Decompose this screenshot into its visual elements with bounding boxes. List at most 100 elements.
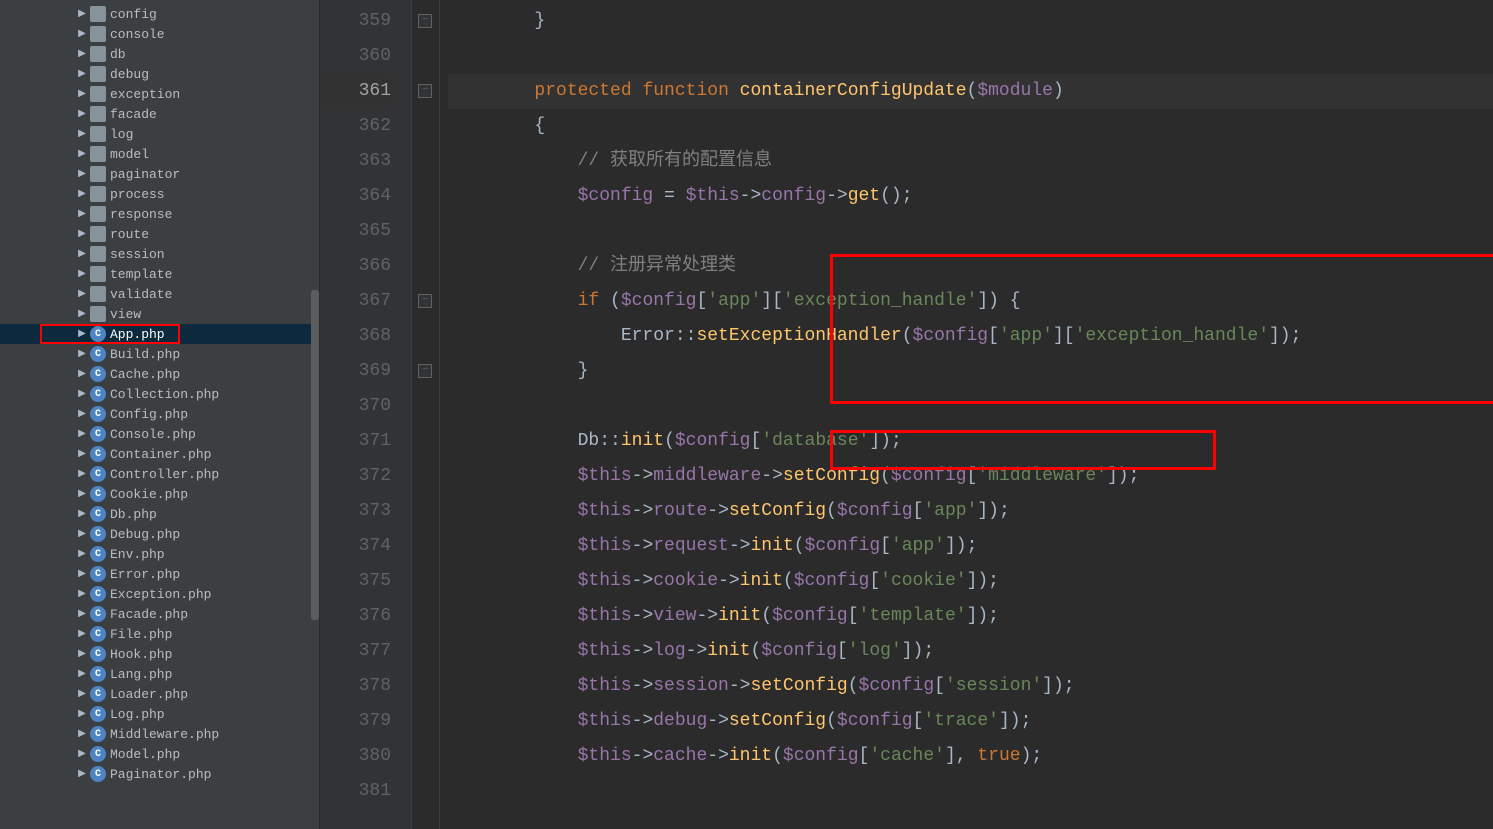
code-editor[interactable]: 3593603613623633643653663673683693703713…	[320, 0, 1493, 829]
tree-file-Db.php[interactable]: ▶CDb.php	[0, 504, 319, 524]
chevron-right-icon[interactable]: ▶	[76, 408, 88, 420]
tree-folder-log[interactable]: ▶log	[0, 124, 319, 144]
tree-file-Middleware.php[interactable]: ▶CMiddleware.php	[0, 724, 319, 744]
tree-folder-process[interactable]: ▶process	[0, 184, 319, 204]
chevron-right-icon[interactable]: ▶	[76, 68, 88, 80]
chevron-right-icon[interactable]: ▶	[76, 568, 88, 580]
chevron-right-icon[interactable]: ▶	[76, 268, 88, 280]
code-line-363[interactable]: // 获取所有的配置信息	[448, 144, 1493, 179]
tree-folder-template[interactable]: ▶template	[0, 264, 319, 284]
tree-folder-view[interactable]: ▶view	[0, 304, 319, 324]
chevron-right-icon[interactable]: ▶	[76, 528, 88, 540]
chevron-right-icon[interactable]: ▶	[76, 768, 88, 780]
chevron-right-icon[interactable]: ▶	[76, 308, 88, 320]
code-line-375[interactable]: $this->cookie->init($config['cookie']);	[448, 564, 1493, 599]
chevron-right-icon[interactable]: ▶	[76, 28, 88, 40]
project-tree[interactable]: ▶config▶console▶db▶debug▶exception▶facad…	[0, 0, 320, 829]
chevron-right-icon[interactable]: ▶	[76, 88, 88, 100]
code-line-378[interactable]: $this->session->setConfig($config['sessi…	[448, 669, 1493, 704]
tree-file-File.php[interactable]: ▶CFile.php	[0, 624, 319, 644]
tree-folder-route[interactable]: ▶route	[0, 224, 319, 244]
chevron-right-icon[interactable]: ▶	[76, 248, 88, 260]
code-line-364[interactable]: $config = $this->config->get();	[448, 179, 1493, 214]
tree-file-Cookie.php[interactable]: ▶CCookie.php	[0, 484, 319, 504]
tree-folder-validate[interactable]: ▶validate	[0, 284, 319, 304]
tree-folder-model[interactable]: ▶model	[0, 144, 319, 164]
tree-file-Build.php[interactable]: ▶CBuild.php	[0, 344, 319, 364]
chevron-right-icon[interactable]: ▶	[76, 108, 88, 120]
sidebar-scrollbar[interactable]	[311, 290, 319, 620]
chevron-right-icon[interactable]: ▶	[76, 388, 88, 400]
chevron-right-icon[interactable]: ▶	[76, 288, 88, 300]
code-line-374[interactable]: $this->request->init($config['app']);	[448, 529, 1493, 564]
code-line-376[interactable]: $this->view->init($config['template']);	[448, 599, 1493, 634]
tree-folder-config[interactable]: ▶config	[0, 4, 319, 24]
tree-file-Exception.php[interactable]: ▶CException.php	[0, 584, 319, 604]
tree-file-Hook.php[interactable]: ▶CHook.php	[0, 644, 319, 664]
code-line-371[interactable]: Db::init($config['database']);	[448, 424, 1493, 459]
chevron-right-icon[interactable]: ▶	[76, 128, 88, 140]
code-line-372[interactable]: $this->middleware->setConfig($config['mi…	[448, 459, 1493, 494]
chevron-right-icon[interactable]: ▶	[76, 488, 88, 500]
tree-folder-paginator[interactable]: ▶paginator	[0, 164, 319, 184]
code-line-367[interactable]: if ($config['app']['exception_handle']) …	[448, 284, 1493, 319]
tree-folder-exception[interactable]: ▶exception	[0, 84, 319, 104]
tree-file-Console.php[interactable]: ▶CConsole.php	[0, 424, 319, 444]
chevron-right-icon[interactable]: ▶	[76, 168, 88, 180]
chevron-right-icon[interactable]: ▶	[76, 728, 88, 740]
tree-file-Log.php[interactable]: ▶CLog.php	[0, 704, 319, 724]
chevron-right-icon[interactable]: ▶	[76, 588, 88, 600]
tree-file-Loader.php[interactable]: ▶CLoader.php	[0, 684, 319, 704]
tree-file-Paginator.php[interactable]: ▶CPaginator.php	[0, 764, 319, 784]
code-line-359[interactable]: }	[448, 4, 1493, 39]
code-line-368[interactable]: Error::setExceptionHandler($config['app'…	[448, 319, 1493, 354]
chevron-right-icon[interactable]: ▶	[76, 368, 88, 380]
chevron-right-icon[interactable]: ▶	[76, 708, 88, 720]
code-line-361[interactable]: protected function containerConfigUpdate…	[448, 74, 1493, 109]
chevron-right-icon[interactable]: ▶	[76, 448, 88, 460]
tree-folder-session[interactable]: ▶session	[0, 244, 319, 264]
code-line-370[interactable]	[448, 389, 1493, 424]
chevron-right-icon[interactable]: ▶	[76, 208, 88, 220]
chevron-right-icon[interactable]: ▶	[76, 148, 88, 160]
tree-file-Error.php[interactable]: ▶CError.php	[0, 564, 319, 584]
chevron-right-icon[interactable]: ▶	[76, 688, 88, 700]
tree-folder-facade[interactable]: ▶facade	[0, 104, 319, 124]
tree-file-Controller.php[interactable]: ▶CController.php	[0, 464, 319, 484]
tree-folder-debug[interactable]: ▶debug	[0, 64, 319, 84]
tree-folder-response[interactable]: ▶response	[0, 204, 319, 224]
code-line-366[interactable]: // 注册异常处理类	[448, 249, 1493, 284]
chevron-right-icon[interactable]: ▶	[76, 608, 88, 620]
chevron-right-icon[interactable]: ▶	[76, 648, 88, 660]
tree-file-Cache.php[interactable]: ▶CCache.php	[0, 364, 319, 384]
tree-file-Config.php[interactable]: ▶CConfig.php	[0, 404, 319, 424]
tree-folder-console[interactable]: ▶console	[0, 24, 319, 44]
code-line-360[interactable]	[448, 39, 1493, 74]
chevron-right-icon[interactable]: ▶	[76, 628, 88, 640]
chevron-right-icon[interactable]: ▶	[76, 228, 88, 240]
code-line-380[interactable]: $this->cache->init($config['cache'], tru…	[448, 739, 1493, 774]
chevron-right-icon[interactable]: ▶	[76, 348, 88, 360]
chevron-right-icon[interactable]: ▶	[76, 508, 88, 520]
chevron-right-icon[interactable]: ▶	[76, 48, 88, 60]
code-line-369[interactable]: }	[448, 354, 1493, 389]
tree-file-App.php[interactable]: ▶CApp.php	[0, 324, 319, 344]
tree-file-Container.php[interactable]: ▶CContainer.php	[0, 444, 319, 464]
chevron-right-icon[interactable]: ▶	[76, 548, 88, 560]
tree-file-Lang.php[interactable]: ▶CLang.php	[0, 664, 319, 684]
code-line-362[interactable]: {	[448, 109, 1493, 144]
tree-folder-db[interactable]: ▶db	[0, 44, 319, 64]
chevron-right-icon[interactable]: ▶	[76, 8, 88, 20]
tree-file-Facade.php[interactable]: ▶CFacade.php	[0, 604, 319, 624]
code-line-377[interactable]: $this->log->init($config['log']);	[448, 634, 1493, 669]
tree-file-Env.php[interactable]: ▶CEnv.php	[0, 544, 319, 564]
code-line-365[interactable]	[448, 214, 1493, 249]
chevron-right-icon[interactable]: ▶	[76, 668, 88, 680]
code-area[interactable]: } protected function containerConfigUpda…	[412, 0, 1493, 829]
code-line-379[interactable]: $this->debug->setConfig($config['trace']…	[448, 704, 1493, 739]
code-line-381[interactable]	[448, 774, 1493, 809]
chevron-right-icon[interactable]: ▶	[76, 188, 88, 200]
chevron-right-icon[interactable]: ▶	[76, 748, 88, 760]
tree-file-Debug.php[interactable]: ▶CDebug.php	[0, 524, 319, 544]
tree-file-Model.php[interactable]: ▶CModel.php	[0, 744, 319, 764]
